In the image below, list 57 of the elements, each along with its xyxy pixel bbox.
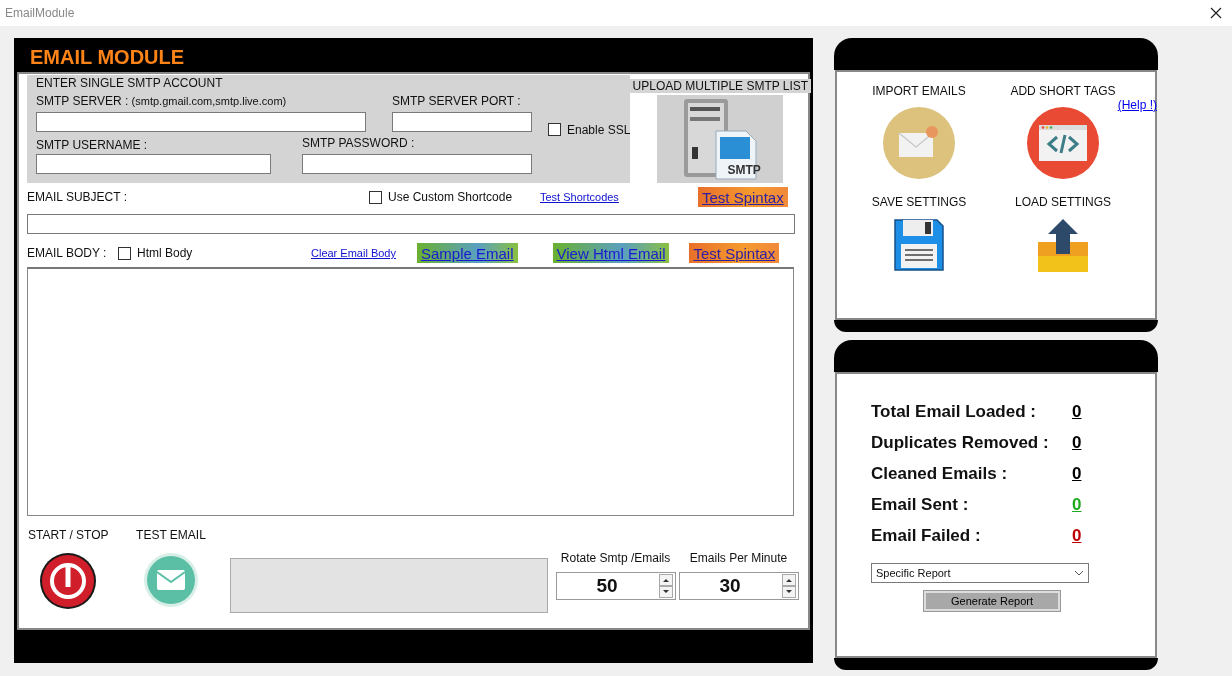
envelope-icon[interactable]: [142, 552, 199, 608]
power-icon[interactable]: [39, 552, 98, 610]
smtp-password-field[interactable]: [302, 154, 532, 174]
report-select[interactable]: Specific Report: [871, 563, 1089, 583]
field-label: SMTP SERVER : (smtp.gmail.com,smtp.live.com): [36, 94, 288, 109]
action-label: SAVE SETTINGS: [871, 195, 967, 209]
start-stop-label: START / STOP: [28, 528, 109, 542]
module-title: EMAIL MODULE: [29, 45, 186, 70]
envelope-icon[interactable]: [883, 107, 955, 179]
close-icon[interactable]: [1210, 7, 1222, 19]
group-heading: ENTER SINGLE SMTP ACCOUNT: [36, 76, 224, 90]
email-subject-field[interactable]: [27, 214, 795, 234]
stat-value: 0: [1072, 432, 1082, 453]
number-spinner[interactable]: 50: [555, 572, 676, 600]
stat-value: 0: [1072, 463, 1082, 484]
stat-value: 0: [1072, 494, 1082, 515]
test-shortcodes-link[interactable]: Test Shortcodes: [540, 191, 698, 203]
field-label: SMTP PASSWORD :: [302, 136, 415, 151]
email-body-field[interactable]: [27, 267, 794, 516]
email-action-button[interactable]: Sample Email: [417, 243, 518, 263]
action-label: LOAD SETTINGS: [1015, 195, 1111, 209]
stat-value: 0: [1072, 525, 1082, 546]
clear-email-body-link[interactable]: Clear Email Body: [311, 247, 417, 259]
test-spintax-button[interactable]: Test Spintax: [698, 187, 788, 207]
enable-ssl-checkbox[interactable]: Enable SSL: [548, 122, 631, 137]
stat-label: Cleaned Emails :: [871, 463, 1009, 484]
upload-tray-icon[interactable]: [1036, 218, 1090, 274]
stat-label: Email Sent :: [871, 494, 970, 515]
smtp-username-field[interactable]: [36, 154, 271, 174]
stat-label: Total Email Loaded :: [871, 401, 1037, 422]
field-label: EMAIL SUBJECT :: [27, 190, 129, 204]
stat-label: Duplicates Removed :: [871, 432, 1050, 453]
field-label: SMTP SERVER PORT :: [392, 94, 521, 109]
icon-label: SMTP: [727, 163, 761, 177]
code-icon[interactable]: [1027, 107, 1099, 179]
html-body-checkbox[interactable]: Html Body: [118, 246, 311, 260]
smtp-server-field[interactable]: [36, 112, 366, 132]
generate-report-button[interactable]: Generate Report: [924, 591, 1060, 611]
test-email-label: TEST EMAIL: [136, 528, 206, 542]
field-label: SMTP USERNAME :: [36, 138, 149, 151]
custom-shortcode-checkbox[interactable]: Use Custom Shortcode: [369, 190, 540, 204]
stat-label: Email Failed :: [871, 525, 982, 546]
upload-label: UPLOAD MULTIPLE SMTP LIST: [629, 79, 812, 93]
stat-value: 0: [1072, 401, 1082, 422]
test-spintax-button[interactable]: Test Spintax: [689, 243, 780, 263]
window-title: EmailModule: [5, 6, 75, 20]
smtp-port-field[interactable]: [392, 112, 532, 132]
action-label: ADD SHORT TAGS: [1010, 84, 1116, 98]
action-label: IMPORT EMAILS: [872, 84, 966, 98]
spinner-label: Rotate Smtp /Emails: [560, 551, 671, 565]
help-link[interactable]: (Help !): [1117, 98, 1157, 112]
upload-smtp-list-button[interactable]: SMTP: [657, 95, 784, 183]
number-spinner[interactable]: 30: [678, 572, 799, 600]
email-action-button[interactable]: View Html Email: [552, 243, 670, 263]
spinner-label: Emails Per Minute: [689, 551, 788, 565]
chevron-down-icon[interactable]: [1074, 570, 1084, 576]
field-label: EMAIL BODY :: [27, 246, 108, 260]
